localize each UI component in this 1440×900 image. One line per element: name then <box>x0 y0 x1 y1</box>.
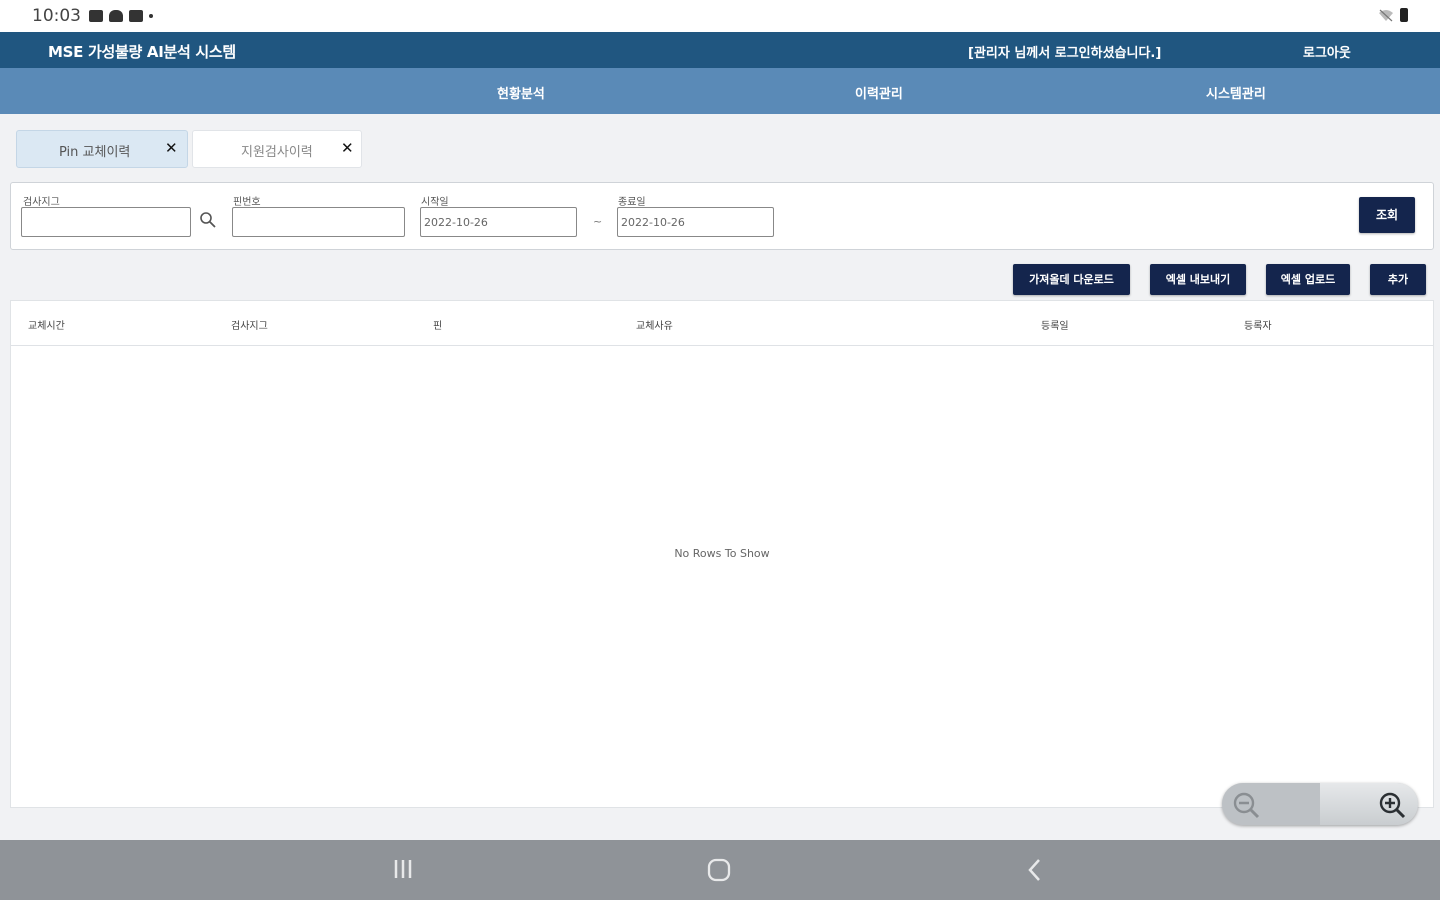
date-range-separator: ~ <box>593 215 603 228</box>
main-nav: 현황분석 이력관리 시스템관리 <box>0 68 1440 114</box>
zoom-control <box>1222 783 1418 825</box>
nav-item-history[interactable]: 이력관리 <box>855 83 903 102</box>
add-button[interactable]: 추가 <box>1370 264 1426 295</box>
column-header-reason[interactable]: 교체사유 <box>636 317 673 332</box>
column-header-replace-time[interactable]: 교체시간 <box>28 317 65 332</box>
zoom-out-icon <box>1233 792 1260 819</box>
cloud-icon <box>109 10 123 22</box>
status-bar: 10:03 <box>0 0 1440 32</box>
start-date-label: 시작일 <box>421 197 449 208</box>
android-nav-bar <box>0 840 1440 900</box>
pin-number-input[interactable] <box>232 207 405 237</box>
search-panel: 검사지그 핀번호 시작일 ~ 종료일 조회 <box>10 182 1434 250</box>
back-icon[interactable] <box>1024 857 1046 883</box>
wifi-icon <box>1379 9 1393 22</box>
data-grid: 교체시간 검사지그 핀 교체사유 등록일 등록자 No Rows To Show <box>10 300 1434 808</box>
end-date-label: 종료일 <box>618 197 646 208</box>
tab-label: Pin 교체이력 <box>59 145 131 160</box>
tab-inspection-history[interactable]: 지원검사이력 ✕ <box>192 130 362 168</box>
search-icon[interactable] <box>199 211 217 229</box>
query-button[interactable]: 조회 <box>1359 197 1415 233</box>
template-download-button[interactable]: 가져올데 다운로드 <box>1013 264 1130 295</box>
excel-export-button[interactable]: 엑셀 내보내기 <box>1150 264 1246 295</box>
zoom-out-button[interactable] <box>1222 783 1320 825</box>
login-message: [관리자 님께서 로그인하셨습니다.] <box>968 46 1162 61</box>
end-date-input[interactable] <box>617 207 774 237</box>
recent-apps-icon[interactable] <box>392 857 416 881</box>
logout-button[interactable]: 로그아웃 <box>1303 42 1351 61</box>
close-icon[interactable]: ✕ <box>341 139 354 157</box>
app-title: MSE 가성불량 AI분석 시스템 <box>48 43 236 61</box>
status-notification-icons <box>89 10 153 22</box>
app-header: MSE 가성불량 AI분석 시스템 [관리자 님께서 로그인하셨습니다.] 로그… <box>0 32 1440 68</box>
empty-rows-message: No Rows To Show <box>674 547 770 560</box>
nav-item-system[interactable]: 시스템관리 <box>1206 83 1266 102</box>
column-header-jig[interactable]: 검사지그 <box>231 317 268 332</box>
status-time: 10:03 <box>32 6 81 26</box>
zoom-in-icon <box>1379 792 1406 819</box>
column-header-registrant[interactable]: 등록자 <box>1244 317 1272 332</box>
youtube-icon <box>129 10 143 22</box>
nav-item-status-analysis[interactable]: 현황분석 <box>497 83 545 102</box>
close-icon[interactable]: ✕ <box>165 139 178 157</box>
start-date-input[interactable] <box>420 207 577 237</box>
tab-label: 지원검사이력 <box>241 145 313 160</box>
excel-upload-button[interactable]: 엑셀 업로드 <box>1266 264 1350 295</box>
gallery-icon <box>89 10 103 22</box>
home-icon[interactable] <box>706 857 732 883</box>
jig-label: 검사지그 <box>23 197 60 208</box>
column-header-registered-date[interactable]: 등록일 <box>1041 317 1069 332</box>
more-notifications-icon <box>149 14 153 18</box>
pin-number-label: 핀번호 <box>233 197 261 208</box>
grid-header: 교체시간 검사지그 핀 교체사유 등록일 등록자 <box>11 301 1433 346</box>
jig-input[interactable] <box>21 207 191 237</box>
battery-icon <box>1400 8 1408 22</box>
column-header-pin[interactable]: 핀 <box>433 317 442 332</box>
tab-pin-replacement-history[interactable]: Pin 교체이력 ✕ <box>16 130 188 168</box>
zoom-in-button[interactable] <box>1320 783 1418 825</box>
